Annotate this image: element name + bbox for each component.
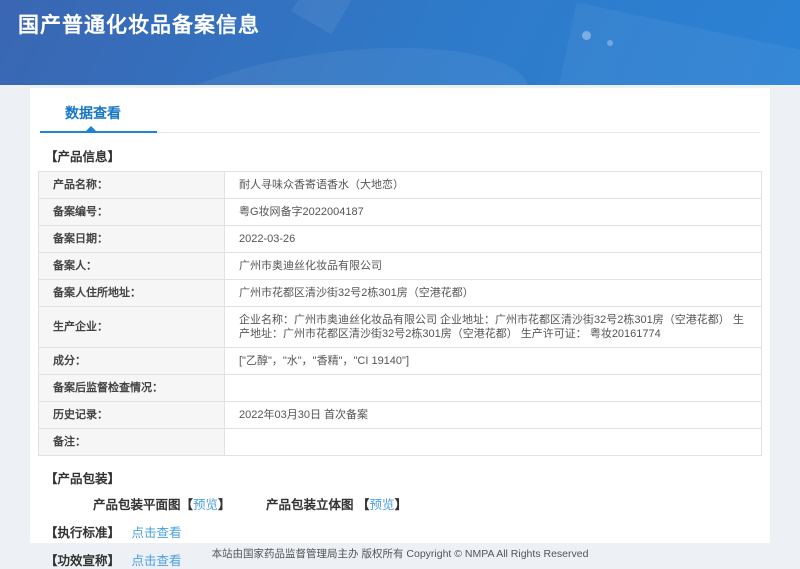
tab-data-view[interactable]: 数据查看 xyxy=(65,103,121,123)
preview-link-flat[interactable]: 预览 xyxy=(193,498,218,512)
row-value xyxy=(224,428,762,456)
packaging-stereo-label: 产品包装立体图 xyxy=(266,498,358,512)
product-info-section-title: 【产品信息】 xyxy=(45,150,121,164)
row-label: 备案编号： xyxy=(38,198,225,226)
row-label: 备案人住所地址： xyxy=(38,279,225,307)
header-decoration-dot xyxy=(607,40,613,46)
header-decoration-dot xyxy=(582,31,591,40)
tab-active-underline xyxy=(40,131,157,133)
table-row: 备案人： 广州市奥迪丝化妆品有限公司 xyxy=(38,252,762,280)
tab-active-arrow-icon xyxy=(85,126,97,132)
table-row: 历史记录： 2022年03月30日 首次备案 xyxy=(38,401,762,429)
row-value: 粤G妆网备字2022004187 xyxy=(224,198,762,226)
header-decoration-hexagon xyxy=(291,0,355,35)
footer-copyright: 本站由国家药品监督管理局主办 版权所有 Copyright © NMPA All… xyxy=(211,548,589,560)
row-value: 广州市奥迪丝化妆品有限公司 xyxy=(224,252,762,280)
row-label: 备注： xyxy=(38,428,225,456)
packaging-flat-group: 产品包装平面图【预览】 xyxy=(93,494,231,513)
row-label: 生产企业： xyxy=(38,306,225,348)
row-value: 2022年03月30日 首次备案 xyxy=(224,401,762,429)
table-row: 备案日期： 2022-03-26 xyxy=(38,225,762,253)
bracket-close: 】 xyxy=(218,498,231,512)
table-row: 备注： xyxy=(38,428,762,456)
row-label: 备案日期： xyxy=(38,225,225,253)
page-header: 国产普通化妆品备案信息 xyxy=(0,0,800,85)
row-label: 成分： xyxy=(38,347,225,375)
standard-section-title: 【执行标准】 xyxy=(45,526,121,540)
standard-view-link[interactable]: 点击查看 xyxy=(132,526,182,540)
table-row: 成分： ["乙醇"，"水"，"香精"，"CI 19140"] xyxy=(38,347,762,375)
row-value: 耐人寻味众香寄语香水（大地恋） xyxy=(224,171,762,199)
packaging-section-title: 【产品包装】 xyxy=(45,472,121,486)
page-title: 国产普通化妆品备案信息 xyxy=(18,14,260,37)
row-value: 企业名称：广州市奥迪丝化妆品有限公司 企业地址：广州市花都区清沙街32号2栋30… xyxy=(224,306,762,348)
table-row: 备案人住所地址： 广州市花都区清沙街32号2栋301房（空港花都） xyxy=(38,279,762,307)
bracket-open: 【 xyxy=(180,498,194,512)
row-value: ["乙醇"，"水"，"香精"，"CI 19140"] xyxy=(224,347,762,375)
table-row: 产品名称： 耐人寻味众香寄语香水（大地恋） xyxy=(38,171,762,199)
row-value xyxy=(224,374,762,402)
table-row: 生产企业： 企业名称：广州市奥迪丝化妆品有限公司 企业地址：广州市花都区清沙街3… xyxy=(38,306,762,348)
packaging-stereo-group: 产品包装立体图 【预览】 xyxy=(266,494,407,513)
row-value: 2022-03-26 xyxy=(224,225,762,253)
product-info-table: 产品名称： 耐人寻味众香寄语香水（大地恋） 备案编号： 粤G妆网备字202200… xyxy=(38,171,762,456)
table-row: 备案后监督检查情况： xyxy=(38,374,762,402)
bracket-close: 】 xyxy=(394,498,408,512)
packaging-flat-label: 产品包装平面图 xyxy=(93,498,181,512)
row-value: 广州市花都区清沙街32号2栋301房（空港花都） xyxy=(224,279,762,307)
preview-link-stereo[interactable]: 预览 xyxy=(370,498,395,512)
tab-underline xyxy=(40,126,760,133)
tab-bar: 数据查看 xyxy=(30,88,770,133)
row-label: 备案后监督检查情况： xyxy=(38,374,225,402)
row-label: 备案人： xyxy=(38,252,225,280)
header-decoration-polygon xyxy=(549,2,800,85)
standard-line: 【执行标准】 点击查看 xyxy=(45,522,770,541)
row-label: 产品名称： xyxy=(38,171,225,199)
bracket-open: 【 xyxy=(357,498,370,512)
content-card: 数据查看 【产品信息】 产品名称： 耐人寻味众香寄语香水（大地恋） 备案编号： … xyxy=(30,88,770,568)
row-label: 历史记录： xyxy=(38,401,225,429)
table-row: 备案编号： 粤G妆网备字2022004187 xyxy=(38,198,762,226)
packaging-line: 产品包装平面图【预览】 产品包装立体图 【预览】 xyxy=(93,494,770,513)
